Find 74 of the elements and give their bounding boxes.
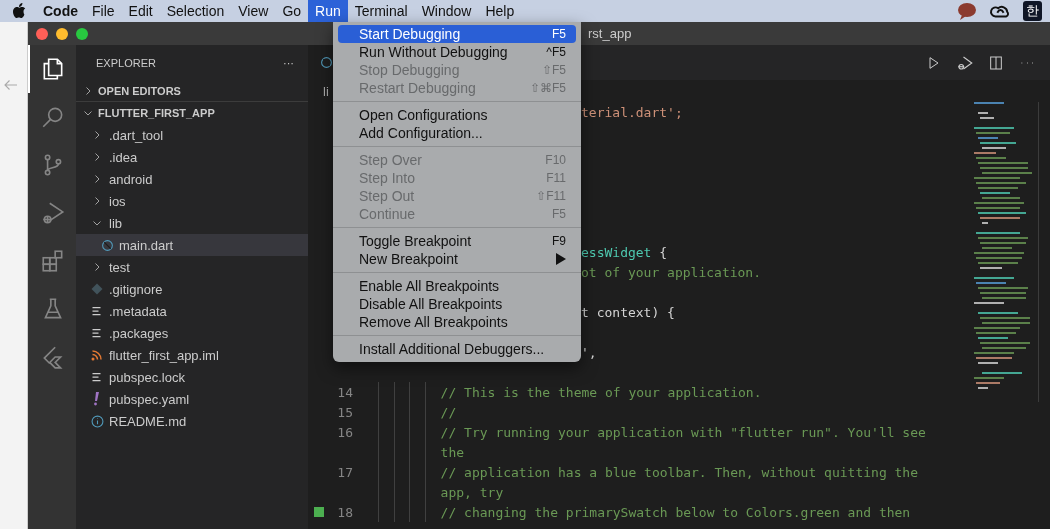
- line-number: 18: [336, 504, 353, 520]
- diamond-icon: [91, 283, 103, 295]
- file-tree-item[interactable]: pubspec.yaml: [76, 388, 308, 410]
- more-actions-button[interactable]: ···: [283, 56, 294, 69]
- code-line: the: [440, 444, 465, 460]
- lines-icon: [91, 305, 103, 317]
- code-line: terial.dart';: [581, 104, 683, 120]
- menu-bar-item[interactable]: View: [231, 0, 276, 22]
- info-icon: [90, 414, 104, 428]
- window-title: rst_app: [588, 26, 632, 41]
- menu-bar-item[interactable]: Go: [275, 0, 309, 22]
- line-number: 17: [336, 464, 353, 480]
- line-number: 14: [336, 384, 353, 400]
- zoom-button[interactable]: [76, 27, 88, 40]
- code-line: // This is the theme of your application.: [440, 384, 762, 400]
- file-tree-item[interactable]: lib: [76, 212, 308, 234]
- code-line: //: [440, 404, 457, 420]
- menu-bar-item[interactable]: Selection: [159, 0, 232, 22]
- file-tree-item[interactable]: .idea: [76, 146, 308, 168]
- menu-bar-item[interactable]: Edit: [121, 0, 160, 22]
- split-editor-icon[interactable]: [988, 54, 1004, 71]
- code-line: // Try running your application with "flutter run". You'll see: [440, 424, 926, 440]
- lines-icon: [91, 371, 103, 383]
- file-tree-item[interactable]: flutter_first_app.iml: [76, 344, 308, 366]
- code-line: essWidget {: [581, 244, 668, 260]
- file-tree-item[interactable]: test: [76, 256, 308, 278]
- code-line: ot of your application.: [581, 264, 761, 280]
- file-tree-item[interactable]: .metadata: [76, 300, 308, 322]
- file-tree-item[interactable]: android: [76, 168, 308, 190]
- input-source-indicator[interactable]: 한: [1023, 1, 1042, 21]
- file-tree-item[interactable]: README.md: [76, 410, 308, 432]
- menu-item[interactable]: New Breakpoint: [338, 250, 576, 268]
- menu-item[interactable]: Add Configuration...: [338, 124, 576, 142]
- apple-logo-icon[interactable]: [12, 3, 26, 19]
- breadcrumb[interactable]: li: [323, 83, 329, 99]
- line-number: 15: [336, 404, 353, 420]
- code-line: app, try: [440, 484, 504, 500]
- code-line: ',: [581, 344, 597, 360]
- file-tree-item[interactable]: ios: [76, 190, 308, 212]
- lines-icon: [91, 327, 103, 339]
- menu-bar-item[interactable]: File: [85, 0, 122, 22]
- file-tree-item[interactable]: .gitignore: [76, 278, 308, 300]
- project-folder-header[interactable]: FLUTTER_FIRST_APP: [76, 102, 308, 124]
- menu-item[interactable]: Install Additional Debuggers...: [338, 340, 576, 358]
- menu-item[interactable]: Run Without Debugging ^F5: [338, 43, 576, 61]
- menu-bar-item[interactable]: Window: [414, 0, 479, 22]
- dart-icon: [320, 56, 333, 69]
- app-menu[interactable]: Code: [36, 0, 85, 22]
- menu-item[interactable]: Disable All Breakpoints: [338, 295, 576, 313]
- menu-item[interactable]: Remove All Breakpoints: [338, 313, 576, 331]
- file-tree-item[interactable]: main.dart: [76, 234, 308, 256]
- menu-item[interactable]: Start Debugging F5: [338, 25, 576, 43]
- menu-bar-item[interactable]: Run: [308, 0, 348, 22]
- menu-item[interactable]: Toggle Breakpoint F9: [338, 232, 576, 250]
- code-line: t context) {: [581, 304, 675, 320]
- code-line: // application has a blue toolbar. Then, without quitting the: [440, 464, 919, 480]
- file-tree-item[interactable]: .dart_tool: [76, 124, 308, 146]
- run-debug-icon: [40, 200, 66, 226]
- line-number: 16: [336, 424, 353, 440]
- code-line: // changing the primarySwatch below to Colors.green and then: [440, 504, 911, 520]
- minimize-button[interactable]: [56, 27, 68, 40]
- feed-icon: [91, 349, 103, 361]
- dart-icon: [100, 238, 114, 252]
- menu-item[interactable]: Open Configurations: [338, 106, 576, 124]
- speech-bubble-icon[interactable]: [957, 2, 977, 20]
- menu-bar-item[interactable]: Terminal: [347, 0, 415, 22]
- menu-item[interactable]: Enable All Breakpoints: [338, 277, 576, 295]
- file-tree-item[interactable]: .packages: [76, 322, 308, 344]
- close-button[interactable]: [36, 27, 48, 40]
- sidebar-title: EXPLORER: [96, 56, 156, 69]
- sidebar-section-header[interactable]: OPEN EDITORS: [76, 80, 308, 102]
- file-tree-item[interactable]: pubspec.lock: [76, 366, 308, 388]
- menu-bar-item[interactable]: Help: [478, 0, 522, 22]
- exclamation-icon: [92, 392, 102, 406]
